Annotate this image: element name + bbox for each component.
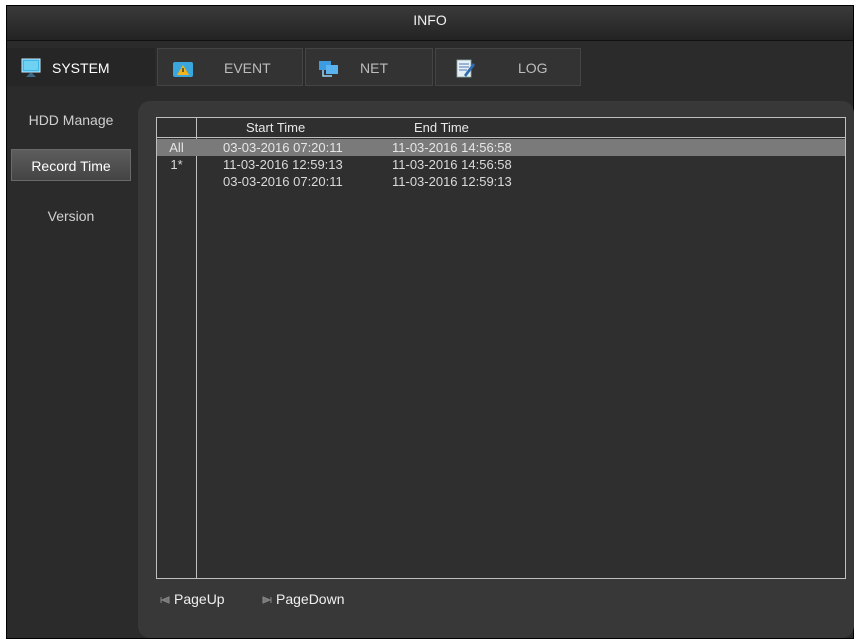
notepad-icon bbox=[456, 59, 475, 78]
tab-system-label: SYSTEM bbox=[52, 60, 110, 76]
sidebar-item-version[interactable]: Version bbox=[11, 200, 131, 232]
column-header-end-time: End Time bbox=[414, 120, 469, 135]
row-id: All bbox=[169, 140, 184, 155]
row-start-time: 03-03-2016 07:20:11 bbox=[223, 174, 343, 189]
page-up-button[interactable]: PageUp bbox=[160, 591, 225, 611]
column-header-start-time: Start Time bbox=[246, 120, 306, 135]
row-start-time: 03-03-2016 07:20:11 bbox=[223, 140, 343, 155]
monitor-icon bbox=[21, 58, 41, 77]
info-window: INFO SYSTEM EVENT NET LOG HDD Manage Rec… bbox=[6, 5, 854, 639]
tab-bar: SYSTEM EVENT NET LOG bbox=[7, 48, 853, 86]
table-row[interactable]: All 03-03-2016 07:20:11 11-03-2016 14:56… bbox=[157, 139, 845, 156]
content-panel: Start Time End Time All 03-03-2016 07:20… bbox=[138, 101, 854, 638]
row-end-time: 11-03-2016 12:59:13 bbox=[392, 174, 512, 189]
network-icon bbox=[319, 61, 338, 77]
page-down-button[interactable]: PageDown bbox=[262, 591, 345, 611]
row-id: 1* bbox=[170, 157, 183, 172]
sidebar-item-record-time[interactable]: Record Time bbox=[11, 149, 131, 181]
table-row[interactable]: 03-03-2016 07:20:11 11-03-2016 12:59:13 bbox=[157, 173, 845, 190]
warning-icon bbox=[173, 62, 193, 77]
row-end-time: 11-03-2016 14:56:58 bbox=[392, 157, 512, 172]
tab-net-label: NET bbox=[360, 60, 388, 76]
tab-event[interactable]: EVENT bbox=[157, 48, 303, 86]
tab-log-label: LOG bbox=[518, 60, 548, 76]
tab-log[interactable]: LOG bbox=[435, 48, 581, 86]
row-end-time: 11-03-2016 14:56:58 bbox=[392, 140, 512, 155]
tab-net[interactable]: NET bbox=[305, 48, 433, 86]
tab-event-label: EVENT bbox=[224, 60, 271, 76]
page-down-icon bbox=[262, 596, 272, 605]
tab-system[interactable]: SYSTEM bbox=[7, 48, 155, 86]
header-divider bbox=[157, 137, 845, 138]
window-title: INFO bbox=[7, 6, 853, 41]
row-start-time: 11-03-2016 12:59:13 bbox=[223, 157, 343, 172]
table-row[interactable]: 1* 11-03-2016 12:59:13 11-03-2016 14:56:… bbox=[157, 156, 845, 173]
page-down-label: PageDown bbox=[276, 591, 345, 607]
page-up-label: PageUp bbox=[174, 591, 225, 607]
sidebar-item-hdd-manage[interactable]: HDD Manage bbox=[11, 104, 131, 136]
record-time-table: Start Time End Time All 03-03-2016 07:20… bbox=[156, 117, 846, 579]
page-up-icon bbox=[160, 596, 170, 605]
